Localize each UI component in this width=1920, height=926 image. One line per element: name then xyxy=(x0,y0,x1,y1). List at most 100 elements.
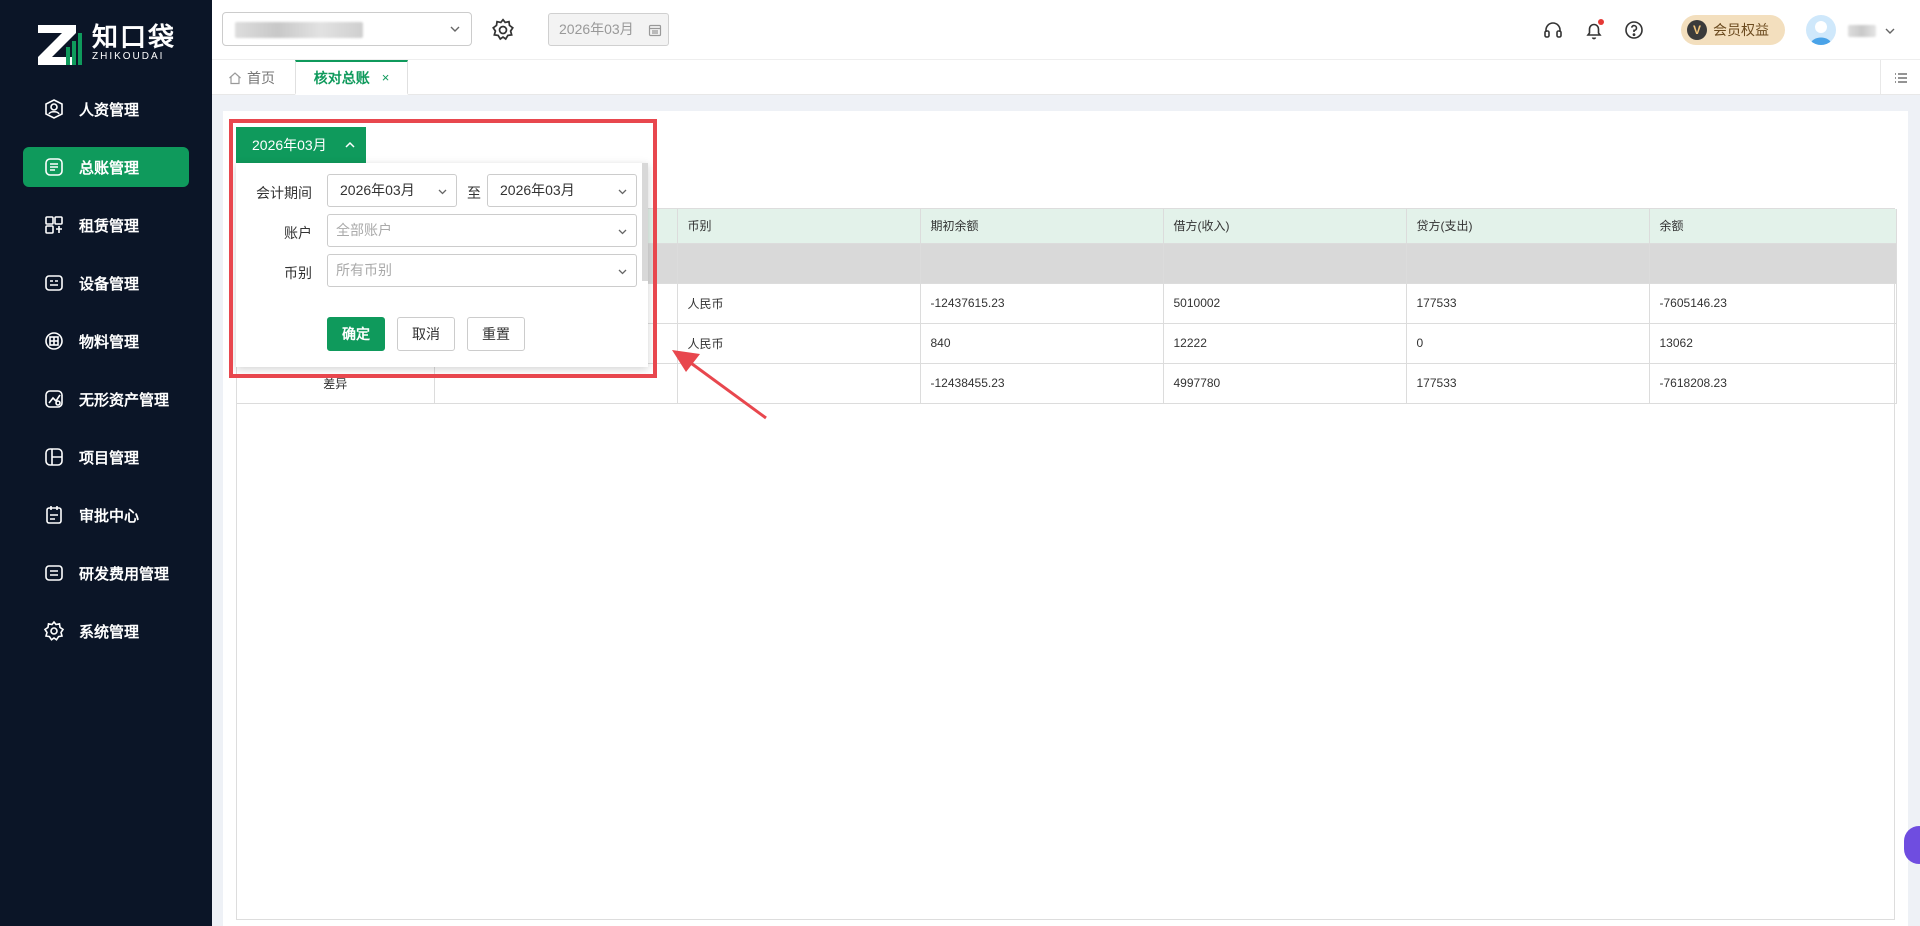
company-name-redacted xyxy=(235,22,363,38)
period-filter-toggle-label: 2026年03月 xyxy=(252,137,327,153)
table-cell: 人民币 xyxy=(677,283,921,324)
tab-list-menu[interactable] xyxy=(1880,60,1920,95)
sidebar-item-label: 无形资产管理 xyxy=(79,391,170,409)
sidebar-nav: 人资管理 总账管理 租赁管理 设备管理 物料管理 无形资产管理 项目管理 审批中… xyxy=(0,89,212,669)
period-display-value: 2026年03月 xyxy=(559,21,634,37)
sidebar-item-lease[interactable]: 租赁管理 xyxy=(23,205,189,245)
sidebar-item-label: 设备管理 xyxy=(79,275,140,293)
ledger-icon xyxy=(43,156,65,178)
table-cell: 5010002 xyxy=(1163,283,1407,324)
table-cell: -7605146.23 xyxy=(1649,283,1897,324)
sidebar-item-project[interactable]: 项目管理 xyxy=(23,437,189,477)
col-header-debit: 借方(收入) xyxy=(1163,209,1407,244)
sidebar-item-approval[interactable]: 审批中心 xyxy=(23,495,189,535)
chevron-down-icon xyxy=(618,229,627,235)
avatar[interactable] xyxy=(1806,15,1836,45)
list-icon xyxy=(1894,72,1907,83)
table-cell: 840 xyxy=(920,323,1164,364)
user-name-redacted xyxy=(1848,25,1876,37)
member-benefits-label: 会员权益 xyxy=(1713,22,1769,38)
sidebar-item-intangible[interactable]: 无形资产管理 xyxy=(23,379,189,419)
sidebar-item-label: 系统管理 xyxy=(79,623,140,641)
chevron-down-icon xyxy=(450,26,460,32)
chevron-down-icon xyxy=(438,189,447,195)
member-benefits-button[interactable]: V 会员权益 xyxy=(1681,15,1785,45)
logo-mark-icon xyxy=(36,21,84,65)
account-select[interactable]: 全部账户 xyxy=(327,214,637,247)
topbar: 2026年03月 V 会员权益 xyxy=(212,0,1920,60)
device-icon xyxy=(43,272,65,294)
table-cell: 差异 xyxy=(237,363,435,404)
period-to-value: 2026年03月 xyxy=(500,182,575,198)
tab-ledger-check[interactable]: 核对总账 × xyxy=(295,60,408,95)
table-cell: 12222 xyxy=(1163,323,1407,364)
table-cell: 4997780 xyxy=(1163,363,1407,404)
table-cell: -12438455.23 xyxy=(920,363,1164,404)
table-cell: -7618208.23 xyxy=(1649,363,1897,404)
sidebar-item-label: 研发费用管理 xyxy=(79,565,170,583)
chevron-down-icon xyxy=(618,189,627,195)
tab-home-label: 首页 xyxy=(247,69,275,86)
sidebar-item-label: 审批中心 xyxy=(79,507,140,525)
headset-icon[interactable] xyxy=(1542,19,1564,41)
account-label: 账户 xyxy=(284,225,312,241)
table-cell xyxy=(677,363,921,404)
notification-dot xyxy=(1598,19,1604,25)
col-header-currency: 币别 xyxy=(677,209,921,244)
period-label: 会计期间 xyxy=(256,185,312,201)
user-avatar-icon xyxy=(1810,21,1832,45)
popover-scrollbar[interactable] xyxy=(642,163,648,281)
close-icon[interactable]: × xyxy=(382,70,390,85)
sidebar-item-hr[interactable]: 人资管理 xyxy=(23,89,189,129)
tab-ledger-check-label: 核对总账 xyxy=(313,69,370,86)
vip-badge-icon: V xyxy=(1687,20,1707,40)
table-cell: 13062 xyxy=(1649,323,1897,364)
sidebar-item-label: 租赁管理 xyxy=(79,217,140,235)
period-from-value: 2026年03月 xyxy=(340,182,415,198)
table-cell: 177533 xyxy=(1406,283,1650,324)
chevron-down-icon xyxy=(618,269,627,275)
gear-icon[interactable] xyxy=(490,17,516,43)
period-to-select[interactable]: 2026年03月 xyxy=(487,174,637,207)
company-select[interactable] xyxy=(222,12,472,46)
logo-name-en: ZHIKOUDAI xyxy=(92,51,165,62)
sidebar-item-device[interactable]: 设备管理 xyxy=(23,263,189,303)
person-badge-icon xyxy=(43,98,65,120)
lease-icon xyxy=(43,214,65,236)
reset-button[interactable]: 重置 xyxy=(467,317,525,351)
cancel-button[interactable]: 取消 xyxy=(397,317,455,351)
account-placeholder: 全部账户 xyxy=(336,222,392,238)
table-cell: 人民币 xyxy=(677,323,921,364)
sidebar-item-system[interactable]: 系统管理 xyxy=(23,611,189,651)
period-filter-toggle[interactable]: 2026年03月 xyxy=(236,127,366,163)
intangible-asset-icon xyxy=(43,388,65,410)
sidebar-item-material[interactable]: 物料管理 xyxy=(23,321,189,361)
period-from-select[interactable]: 2026年03月 xyxy=(327,174,457,207)
logo-name-cn: 知口袋 xyxy=(92,22,177,52)
col-header-balance: 余额 xyxy=(1649,209,1897,244)
currency-label: 币别 xyxy=(284,265,312,281)
period-display[interactable]: 2026年03月 xyxy=(548,13,669,46)
table-cell: 177533 xyxy=(1406,363,1650,404)
period-to-label: 至 xyxy=(467,185,481,201)
help-icon[interactable] xyxy=(1623,19,1645,41)
sidebar-item-rd-expense[interactable]: 研发费用管理 xyxy=(23,553,189,593)
table-row-difference: 差异 -12438455.23 4997780 177533 -7618208.… xyxy=(237,363,1897,404)
sidebar: 知口袋 ZHIKOUDAI 人资管理 总账管理 租赁管理 设备管理 物料管理 无… xyxy=(0,0,212,926)
approval-icon xyxy=(43,504,65,526)
confirm-button[interactable]: 确定 xyxy=(327,317,385,351)
settings-gear-icon xyxy=(43,620,65,642)
chat-widget-icon[interactable] xyxy=(1904,826,1920,864)
tab-home[interactable]: 首页 xyxy=(228,60,275,95)
sidebar-item-ledger[interactable]: 总账管理 xyxy=(23,147,189,187)
currency-placeholder: 所有币别 xyxy=(336,262,392,278)
tab-bar: 首页 核对总账 × xyxy=(212,60,1920,95)
notification[interactable] xyxy=(1583,19,1605,41)
col-header-credit: 贷方(支出) xyxy=(1406,209,1650,244)
table-cell xyxy=(434,363,678,404)
chevron-down-icon[interactable] xyxy=(1884,25,1896,37)
currency-select[interactable]: 所有币别 xyxy=(327,254,637,287)
logo: 知口袋 ZHIKOUDAI xyxy=(36,20,186,66)
sidebar-item-label: 物料管理 xyxy=(79,333,140,351)
rd-expense-icon xyxy=(43,562,65,584)
